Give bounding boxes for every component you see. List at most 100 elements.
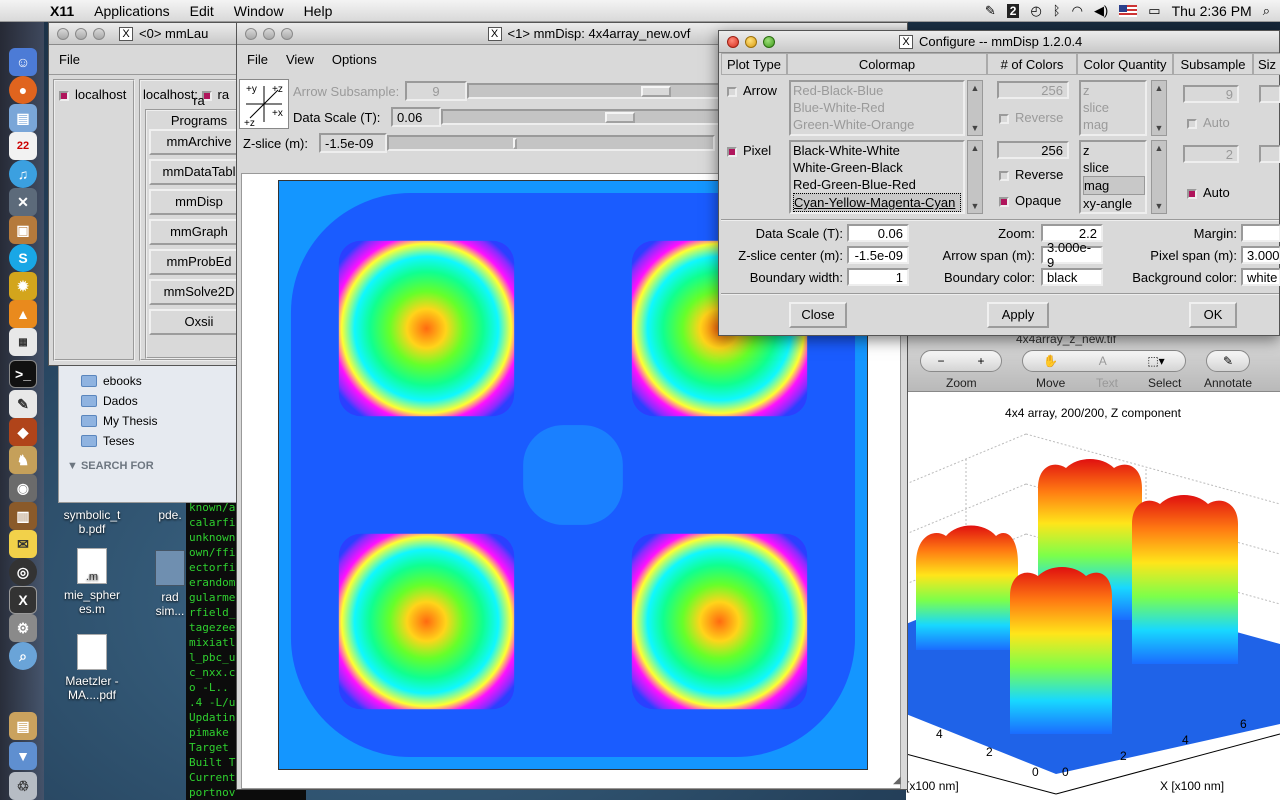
- pixel-reverse-option[interactable]: Reverse: [999, 167, 1063, 182]
- pixel-quantity-list[interactable]: z slice mag xy-angle: [1079, 140, 1147, 214]
- plot-type-arrow[interactable]: Arrow: [727, 83, 777, 98]
- clock[interactable]: Thu 2:36 PM: [1172, 3, 1252, 19]
- menu-applications[interactable]: Applications: [84, 3, 180, 19]
- cfg-background-color-entry[interactable]: white: [1241, 268, 1280, 286]
- configure-titlebar[interactable]: X Configure -- mmDisp 1.2.0.4: [719, 31, 1279, 53]
- slider-thumb[interactable]: [605, 112, 635, 123]
- scroll-up-icon[interactable]: ▲: [969, 142, 981, 154]
- pixel-size-entry[interactable]: [1259, 145, 1280, 163]
- menu-edit[interactable]: Edit: [180, 3, 224, 19]
- arrow-colormap-list[interactable]: Red-Black-Blue Blue-White-Red Green-Whit…: [789, 80, 965, 136]
- zoom-window-icon[interactable]: [93, 27, 105, 40]
- zoom-in-icon[interactable]: +: [977, 354, 984, 368]
- battery-icon[interactable]: ▭: [1148, 3, 1160, 19]
- ok-button[interactable]: OK: [1189, 302, 1237, 328]
- apply-button[interactable]: Apply: [987, 302, 1049, 328]
- arrow-subsample-entry[interactable]: 9: [1183, 85, 1239, 103]
- textedit-dock-icon[interactable]: ✎: [9, 390, 37, 418]
- app3-dock-icon[interactable]: ▥: [9, 502, 37, 530]
- text-tool-icon[interactable]: A: [1099, 354, 1107, 368]
- package-dock-icon[interactable]: ▣: [9, 216, 37, 244]
- arrow-subsample-value[interactable]: 9: [405, 81, 467, 101]
- annotate-pencil-icon[interactable]: ✎: [1223, 354, 1233, 368]
- pixel-checkbox[interactable]: [727, 146, 737, 157]
- utility-dock-icon[interactable]: ✕: [9, 188, 37, 216]
- scroll-up-icon[interactable]: ▲: [969, 82, 981, 94]
- colormap-item-selected[interactable]: Cyan-Yellow-Magenta-Cyan: [793, 193, 961, 212]
- plot-type-pixel[interactable]: Pixel: [727, 143, 771, 158]
- trash-icon[interactable]: ♲: [9, 772, 37, 800]
- skype-dock-icon[interactable]: S: [9, 244, 37, 272]
- input-flag-icon[interactable]: [1119, 4, 1138, 17]
- itunes-dock-icon[interactable]: ♫: [9, 160, 37, 188]
- arrow-reverse-checkbox[interactable]: [999, 113, 1009, 124]
- program-button-mmdisp[interactable]: mmDisp: [149, 189, 249, 215]
- app-dock-icon[interactable]: ◆: [9, 418, 37, 446]
- zoom-out-icon[interactable]: −: [937, 354, 944, 368]
- arrow-reverse-option[interactable]: Reverse: [999, 110, 1063, 125]
- quantity-item[interactable]: mag: [1083, 116, 1145, 133]
- bluetooth-icon[interactable]: ᛒ: [1053, 3, 1061, 18]
- dashboard-dock-icon[interactable]: ◎: [9, 558, 37, 586]
- pixel-colormap-list[interactable]: Black-White-White White-Green-Black Red-…: [789, 140, 965, 214]
- close-window-icon[interactable]: [727, 35, 739, 48]
- time-machine-icon[interactable]: ◴: [1030, 3, 1041, 19]
- quantity-item[interactable]: slice: [1083, 99, 1145, 116]
- quantity-item[interactable]: z: [1083, 142, 1145, 159]
- scroll-up-icon[interactable]: ▲: [1153, 82, 1165, 94]
- app2-dock-icon[interactable]: ♞: [9, 446, 37, 474]
- pixel-auto-option[interactable]: Auto: [1187, 185, 1230, 200]
- arrow-quantity-scrollbar[interactable]: ▲ ▼: [1151, 80, 1167, 136]
- finder-item-dados[interactable]: Dados: [81, 394, 138, 408]
- data-scale-value[interactable]: 0.06: [391, 107, 441, 127]
- mmdisp-menu-view[interactable]: View: [286, 52, 314, 67]
- search-dock-icon[interactable]: ⌕: [9, 642, 37, 670]
- finder-item-ebooks[interactable]: ebooks: [81, 374, 142, 388]
- tools-icon[interactable]: ✎: [985, 3, 996, 19]
- desktop-file-mie[interactable]: .m mie_spher es.m: [52, 548, 132, 616]
- cfg-zslice-entry[interactable]: -1.5e-09: [847, 246, 909, 264]
- cfg-arrow-span-entry[interactable]: 3.000e-9: [1041, 240, 1103, 270]
- zslice-slider[interactable]: [387, 135, 715, 151]
- preview-dock-icon[interactable]: ▤: [9, 104, 37, 132]
- scroll-down-icon[interactable]: ▼: [969, 122, 981, 134]
- arrow-num-colors[interactable]: 256: [997, 81, 1069, 99]
- menu-window[interactable]: Window: [224, 3, 294, 19]
- minimize-window-icon[interactable]: [75, 27, 87, 40]
- pixel-subsample-entry[interactable]: 2: [1183, 145, 1239, 163]
- scroll-down-icon[interactable]: ▼: [969, 200, 981, 212]
- program-button-mmgraph[interactable]: mmGraph: [149, 219, 249, 245]
- colormap-item[interactable]: Red-Green-Blue-Red: [793, 176, 963, 193]
- calendar-dock-icon[interactable]: 22: [9, 132, 37, 160]
- arrow-size-entry[interactable]: [1259, 85, 1280, 103]
- mmdisp-menu-options[interactable]: Options: [332, 52, 377, 67]
- zslice-value[interactable]: -1.5e-09: [319, 133, 387, 153]
- system-prefs-dock-icon[interactable]: ⚙: [9, 614, 37, 642]
- pixel-opaque-checkbox[interactable]: [999, 196, 1009, 207]
- colormap-item[interactable]: Red-Black-Blue: [793, 82, 963, 99]
- quantity-item[interactable]: xy-angle: [1083, 195, 1145, 212]
- cfg-boundary-width-entry[interactable]: 1: [847, 268, 909, 286]
- program-button-oxsii[interactable]: Oxsii: [149, 309, 249, 335]
- scroll-down-icon[interactable]: ▼: [1153, 122, 1165, 134]
- downloads-stack-icon[interactable]: ▼: [9, 742, 37, 770]
- zoom-window-icon[interactable]: [763, 35, 775, 48]
- cfg-boundary-color-entry[interactable]: black: [1041, 268, 1103, 286]
- camera-dock-icon[interactable]: ◉: [9, 474, 37, 502]
- matlab-dock-icon[interactable]: ▲: [9, 300, 37, 328]
- program-button-mmprobed[interactable]: mmProbEd: [149, 249, 249, 275]
- colormap-item[interactable]: Green-White-Orange: [793, 116, 963, 133]
- scroll-up-icon[interactable]: ▲: [1153, 142, 1165, 154]
- documents-stack-icon[interactable]: ▤: [9, 712, 37, 740]
- scroll-down-icon[interactable]: ▼: [1153, 200, 1165, 212]
- zoom-window-icon[interactable]: [281, 27, 293, 40]
- quantity-item[interactable]: slice: [1083, 159, 1145, 176]
- quantity-item-selected[interactable]: mag: [1083, 176, 1145, 195]
- slider-thumb[interactable]: [513, 138, 517, 149]
- finder-dock-icon[interactable]: ☺: [9, 48, 37, 76]
- mmlaunch-titlebar[interactable]: X <0> mmLau: [49, 23, 247, 45]
- program-button-mmarchive[interactable]: mmArchive: [149, 129, 249, 155]
- desktop-file-symbolic[interactable]: symbolic_t b.pdf: [52, 508, 132, 536]
- desktop-file-maetzler[interactable]: Maetzler - MA....pdf: [52, 634, 132, 702]
- host-item-localhost[interactable]: localhost: [59, 87, 126, 102]
